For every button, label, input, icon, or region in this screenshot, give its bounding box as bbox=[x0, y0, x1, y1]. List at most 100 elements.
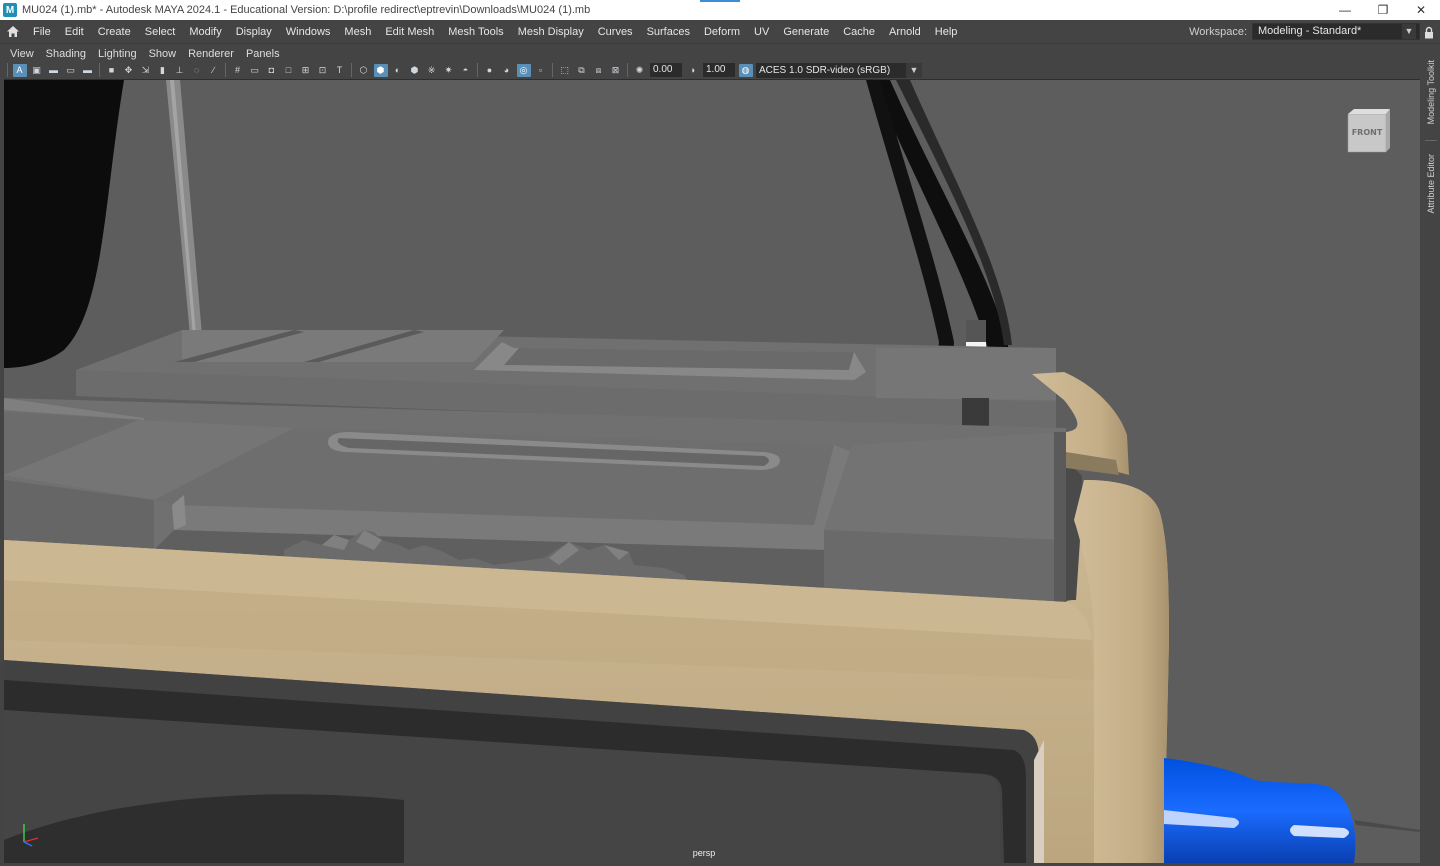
menu-display[interactable]: Display bbox=[229, 20, 279, 44]
motion-blur-icon[interactable]: ◕ bbox=[500, 64, 514, 77]
workspace-selector: Workspace: Modeling - Standard* ▼ bbox=[1189, 23, 1420, 40]
smooth-shade-icon[interactable]: ⬢ bbox=[373, 63, 388, 77]
toolbar-separator bbox=[7, 63, 8, 77]
gamma-icon[interactable]: ◑ bbox=[686, 64, 700, 77]
flag-icon[interactable]: ▮ bbox=[156, 64, 170, 77]
textured-icon[interactable]: ⬢ bbox=[408, 64, 422, 77]
chevron-down-icon[interactable]: ▼ bbox=[906, 62, 922, 78]
menu-cache[interactable]: Cache bbox=[836, 20, 882, 44]
anti-aliasing-icon[interactable]: ◎ bbox=[516, 63, 531, 77]
panel-menu-shading[interactable]: Shading bbox=[40, 48, 92, 60]
film-gate-toggle-icon[interactable]: ▭ bbox=[248, 64, 262, 77]
camera-name-label: persp bbox=[692, 848, 716, 858]
title-bar: M MU024 (1).mb* - Autodesk MAYA 2024.1 -… bbox=[0, 0, 1440, 20]
minimize-button[interactable]: — bbox=[1326, 0, 1364, 20]
view-cube[interactable]: FRONT bbox=[1346, 108, 1390, 154]
viewcube-face-label: FRONT bbox=[1351, 128, 1383, 137]
paint-icon[interactable]: ∕ bbox=[207, 64, 221, 77]
isolate-select-icon[interactable]: ⬚ bbox=[558, 64, 572, 77]
menu-generate[interactable]: Generate bbox=[776, 20, 836, 44]
camera-track-icon[interactable]: ⇲ bbox=[139, 64, 153, 77]
panel-menu-lighting[interactable]: Lighting bbox=[92, 48, 143, 60]
restore-button[interactable]: ❐ bbox=[1364, 0, 1402, 20]
menu-deform[interactable]: Deform bbox=[697, 20, 747, 44]
exposure-icon[interactable]: ✺ bbox=[633, 64, 647, 77]
3d-viewport[interactable]: FRONT persp bbox=[4, 80, 1420, 863]
snap-icon[interactable]: ⊥ bbox=[173, 64, 187, 77]
color-space-dropdown[interactable]: ACES 1.0 SDR-video (sRGB) bbox=[756, 62, 906, 78]
menu-arnold[interactable]: Arnold bbox=[882, 20, 928, 44]
panel-menu-renderer[interactable]: Renderer bbox=[182, 48, 240, 60]
toolbar-separator bbox=[225, 63, 226, 77]
select-camera-icon[interactable]: A bbox=[12, 63, 27, 77]
chevron-down-icon: ▼ bbox=[1402, 24, 1416, 39]
screen-space-ao-icon[interactable]: ● bbox=[483, 64, 497, 77]
safe-action-icon[interactable]: ⊡ bbox=[316, 64, 330, 77]
grid-icon[interactable]: # bbox=[231, 64, 245, 77]
field-chart-icon[interactable]: ⊞ bbox=[299, 64, 313, 77]
menu-create[interactable]: Create bbox=[91, 20, 138, 44]
menu-curves[interactable]: Curves bbox=[591, 20, 640, 44]
workspace-value: Modeling - Standard* bbox=[1258, 25, 1362, 37]
tab-attribute-editor-label: Attribute Editor bbox=[1426, 154, 1436, 214]
menu-surfaces[interactable]: Surfaces bbox=[640, 20, 697, 44]
gate-mask-icon[interactable]: □ bbox=[282, 64, 296, 77]
safe-title-icon[interactable]: T bbox=[333, 64, 347, 77]
menu-mesh-tools[interactable]: Mesh Tools bbox=[441, 20, 510, 44]
film-gate-icon[interactable]: ▬ bbox=[81, 64, 95, 77]
resolution-gate-icon[interactable]: ◘ bbox=[265, 64, 279, 77]
side-tab-separator bbox=[1425, 140, 1437, 141]
color-management-icon[interactable]: ◍ bbox=[738, 63, 753, 77]
camera-attributes-icon[interactable]: ▣ bbox=[30, 64, 44, 77]
close-button[interactable]: ✕ bbox=[1402, 0, 1440, 20]
exposure-input[interactable]: 0.00 bbox=[650, 63, 682, 77]
xray-components-icon[interactable]: ⊠ bbox=[609, 64, 623, 77]
menu-windows[interactable]: Windows bbox=[279, 20, 338, 44]
bookmark-icon[interactable]: ▬ bbox=[47, 64, 61, 77]
menu-edit-mesh[interactable]: Edit Mesh bbox=[378, 20, 441, 44]
panel-toolbar: A ▣ ▬ ▭ ▬ ■ ✥ ⇲ ▮ ⊥ ◌ ∕ # ▭ ◘ □ ⊞ ⊡ T ⬡ … bbox=[4, 61, 1420, 80]
home-icon[interactable] bbox=[0, 20, 26, 44]
title-accent bbox=[700, 0, 740, 2]
menu-select[interactable]: Select bbox=[138, 20, 183, 44]
menu-uv[interactable]: UV bbox=[747, 20, 776, 44]
black-tube-left bbox=[4, 80, 124, 368]
all-lights-icon[interactable]: ※ bbox=[425, 64, 439, 77]
toolbar-separator bbox=[351, 63, 352, 77]
toolbar-separator bbox=[99, 63, 100, 77]
camera-icon[interactable]: ■ bbox=[105, 64, 119, 77]
tab-attribute-editor[interactable]: Attribute Editor bbox=[1422, 146, 1440, 222]
menu-edit[interactable]: Edit bbox=[58, 20, 91, 44]
menu-file[interactable]: File bbox=[26, 20, 58, 44]
image-plane-icon[interactable]: ▭ bbox=[64, 64, 78, 77]
tab-modeling-toolkit-label: Modeling Toolkit bbox=[1426, 59, 1436, 125]
window-title: MU024 (1).mb* - Autodesk MAYA 2024.1 - E… bbox=[22, 4, 591, 16]
side-tab-strip: Modeling Toolkit Attribute Editor bbox=[1422, 44, 1440, 866]
wireframe-on-shaded-icon[interactable]: ◐ bbox=[391, 64, 405, 77]
wireframe-icon[interactable]: ⬡ bbox=[357, 64, 371, 77]
panel-menu-show[interactable]: Show bbox=[143, 48, 183, 60]
shadows-icon[interactable]: ◓ bbox=[459, 64, 473, 77]
xray-joints-icon[interactable]: ⧈ bbox=[592, 64, 606, 77]
panel-menu-panels[interactable]: Panels bbox=[240, 48, 286, 60]
toolbar-separator bbox=[552, 63, 553, 77]
xray-icon[interactable]: ⧉ bbox=[575, 64, 589, 77]
maya-app-icon: M bbox=[3, 3, 17, 17]
toolbar-separator bbox=[477, 63, 478, 77]
lock-icon[interactable] bbox=[1422, 22, 1436, 42]
toolbar-separator bbox=[627, 63, 628, 77]
tab-modeling-toolkit[interactable]: Modeling Toolkit bbox=[1422, 52, 1440, 132]
viewport-scene bbox=[4, 80, 1420, 863]
menu-help[interactable]: Help bbox=[928, 20, 965, 44]
depth-of-field-icon[interactable]: ▫ bbox=[534, 64, 548, 77]
panel-menu-view[interactable]: View bbox=[4, 48, 40, 60]
lasso-icon[interactable]: ◌ bbox=[190, 64, 204, 77]
menu-mesh-display[interactable]: Mesh Display bbox=[511, 20, 591, 44]
camera-tumble-icon[interactable]: ✥ bbox=[122, 64, 136, 77]
gamma-input[interactable]: 1.00 bbox=[703, 63, 735, 77]
menu-mesh[interactable]: Mesh bbox=[337, 20, 378, 44]
workspace-dropdown[interactable]: Modeling - Standard* ▼ bbox=[1252, 23, 1420, 40]
menu-modify[interactable]: Modify bbox=[182, 20, 228, 44]
lights-icon[interactable]: ✷ bbox=[442, 64, 456, 77]
axis-gizmo-icon bbox=[18, 820, 46, 848]
